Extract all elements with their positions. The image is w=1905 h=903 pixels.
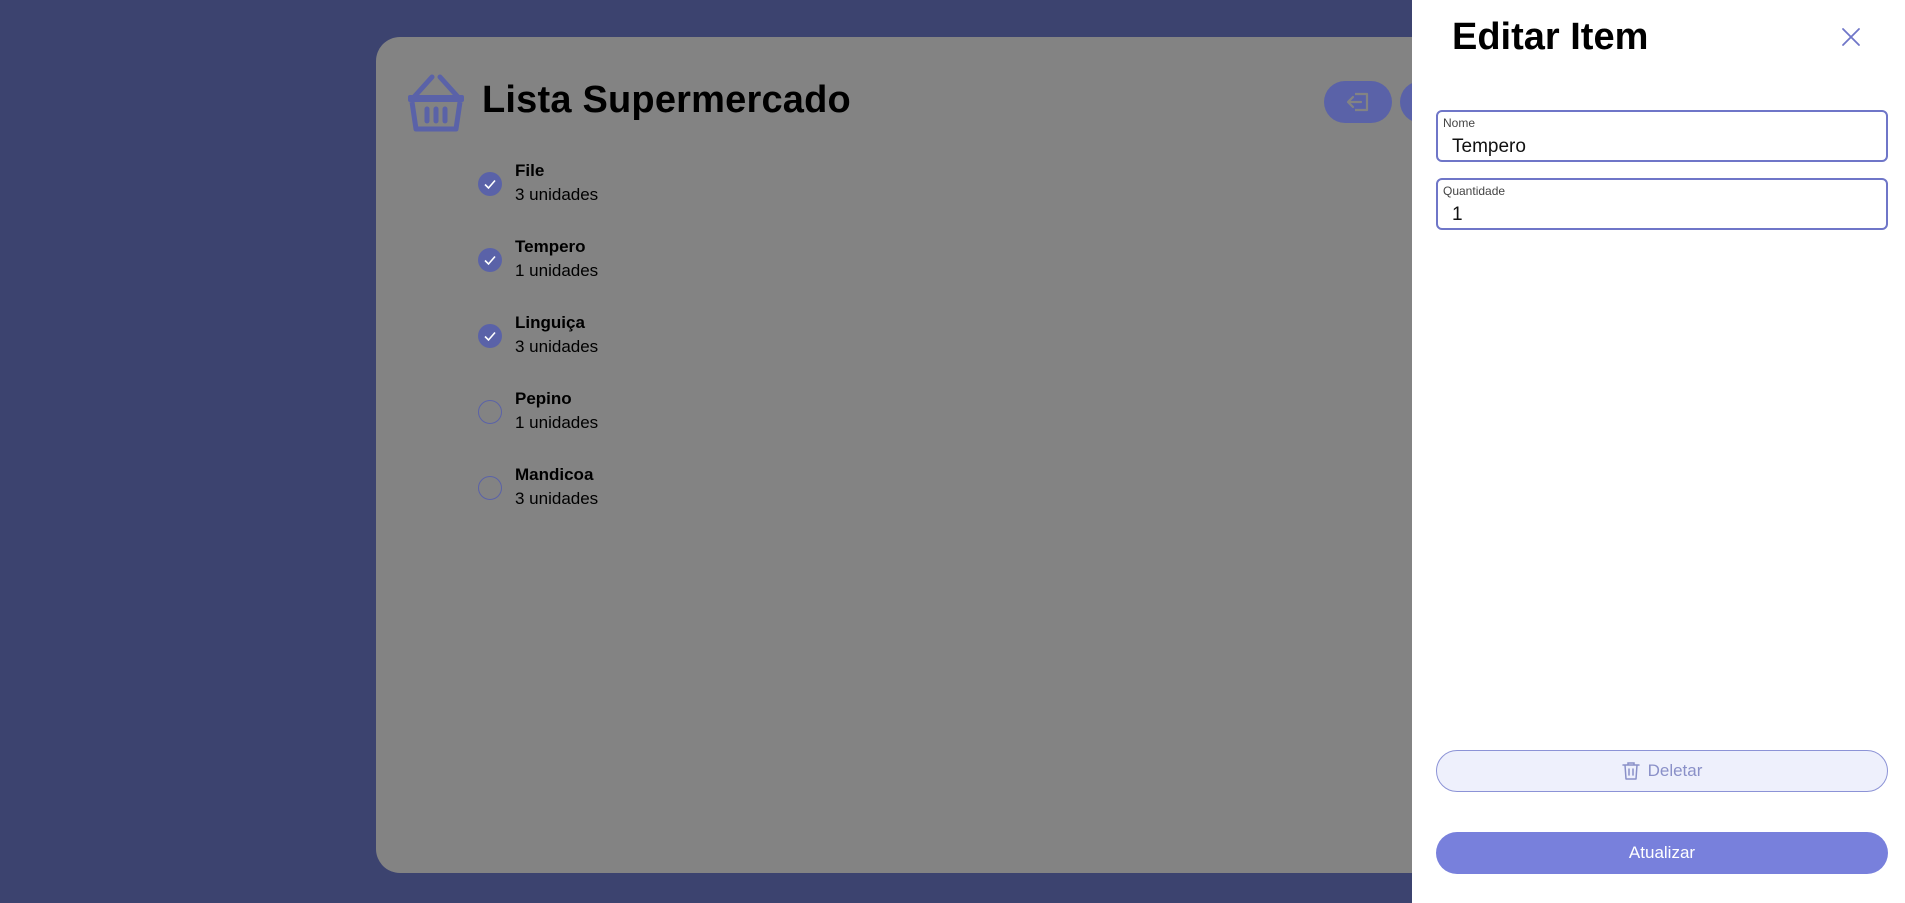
checkbox-unchecked[interactable] (478, 476, 502, 500)
close-button[interactable] (1840, 26, 1862, 48)
check-icon (484, 331, 496, 342)
quantity-input[interactable] (1452, 204, 1872, 226)
name-field: Nome (1436, 110, 1888, 162)
item-quantity: 3 unidades (515, 337, 599, 356)
edit-item-panel: Editar Item Nome Quantidade Deletar Atua… (1412, 0, 1905, 903)
delete-button[interactable]: Deletar (1436, 750, 1888, 792)
item-name: Pepino (515, 389, 572, 408)
quantity-field: Quantidade (1436, 178, 1888, 230)
delete-button-label: Deletar (1647, 761, 1703, 780)
update-button-label: Atualizar (1628, 843, 1696, 862)
checkbox-unchecked[interactable] (478, 400, 502, 424)
panel-title: Editar Item (1452, 16, 1649, 58)
quantity-field-label: Quantidade (1443, 184, 1506, 198)
item-name: File (515, 161, 545, 180)
name-input[interactable] (1452, 136, 1872, 158)
checkbox-checked[interactable] (478, 172, 502, 196)
shopping-basket-icon (408, 74, 464, 132)
logout-icon (1346, 92, 1369, 112)
item-quantity: 3 unidades (515, 185, 599, 204)
check-icon (484, 255, 496, 266)
name-field-label: Nome (1443, 116, 1476, 130)
trash-icon (1621, 762, 1640, 780)
item-name: Linguiça (515, 313, 585, 332)
checkbox-checked[interactable] (478, 324, 502, 348)
item-quantity: 3 unidades (515, 489, 599, 508)
check-icon (484, 179, 496, 190)
app-title: Lista Supermercado (482, 79, 851, 121)
close-icon (1842, 28, 1860, 46)
item-name: Tempero (515, 237, 586, 256)
item-quantity: 1 unidades (515, 413, 599, 432)
update-button[interactable]: Atualizar (1436, 832, 1888, 874)
item-quantity: 1 unidades (515, 261, 599, 280)
checkbox-checked[interactable] (478, 248, 502, 272)
logout-button[interactable] (1324, 81, 1392, 123)
item-name: Mandicoa (515, 465, 594, 484)
